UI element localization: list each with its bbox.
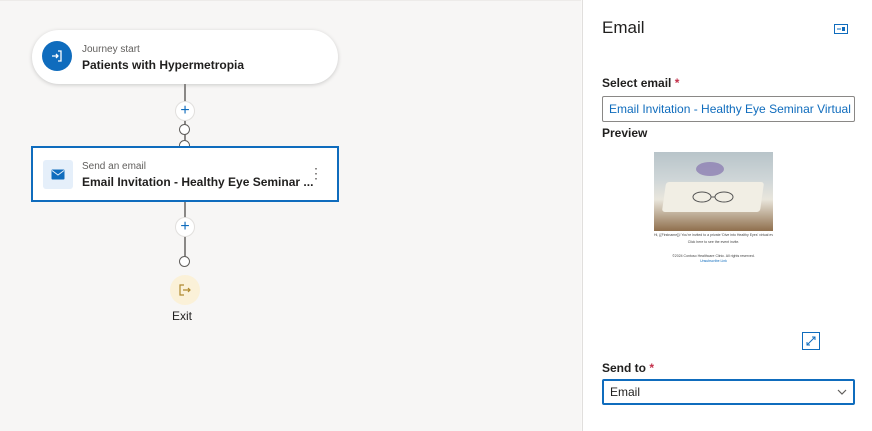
send-to-dropdown[interactable]: Email xyxy=(602,379,855,405)
chevron-down-icon xyxy=(837,389,847,395)
select-email-label-text: Select email xyxy=(602,76,672,90)
send-email-node[interactable]: Send an email Email Invitation - Healthy… xyxy=(31,146,339,202)
mail-icon xyxy=(43,160,73,189)
preview-label: Preview xyxy=(602,126,648,140)
email-node-title: Email Invitation - Healthy Eye Seminar .… xyxy=(82,175,314,189)
send-to-label-text: Send to xyxy=(602,361,646,375)
properties-panel: Email Select email * Email Invitation - … xyxy=(582,0,872,431)
start-node-title: Patients with Hypermetropia xyxy=(82,58,245,72)
connector-dot xyxy=(179,124,190,135)
preview-text-line1: Hi, {{Firstname}}! You’re invited to a p… xyxy=(654,233,773,237)
add-step-button[interactable]: + xyxy=(176,218,194,236)
start-node-subtitle: Journey start xyxy=(82,44,140,55)
journey-start-node[interactable]: Journey start Patients with Hypermetropi… xyxy=(32,30,338,84)
select-email-label: Select email * xyxy=(602,76,679,90)
journey-canvas: Journey start Patients with Hypermetropi… xyxy=(0,0,581,431)
email-node-subtitle: Send an email xyxy=(82,161,146,172)
connector-dot xyxy=(179,256,190,267)
expand-preview-button[interactable] xyxy=(802,332,820,350)
preview-footer: ©2024 Contoso Healthcare Clinic. All rig… xyxy=(672,254,755,258)
send-to-value: Email xyxy=(610,385,641,399)
preview-image-flowers xyxy=(696,162,724,176)
required-marker: * xyxy=(649,361,655,375)
send-to-label: Send to * xyxy=(602,361,654,375)
panel-title: Email xyxy=(602,18,645,37)
add-step-button[interactable]: + xyxy=(176,102,194,120)
expand-diagonal-icon xyxy=(806,336,816,346)
preview-image xyxy=(654,152,773,231)
more-options-icon[interactable]: ⋮ xyxy=(309,165,323,182)
expand-panel-icon[interactable] xyxy=(834,21,848,39)
preview-unsubscribe-link: Unsubscribe Link xyxy=(700,259,727,263)
exit-icon xyxy=(170,275,200,305)
select-email-field[interactable]: Email Invitation - Healthy Eye Seminar V… xyxy=(602,96,855,122)
exit-label: Exit xyxy=(172,309,193,323)
sign-in-icon xyxy=(42,41,72,71)
preview-text-line2: Click here to see the event invite. xyxy=(687,240,740,244)
required-marker: * xyxy=(674,76,680,90)
glasses-icon xyxy=(692,191,734,203)
email-preview: Hi, {{Firstname}}! You’re invited to a p… xyxy=(654,152,773,267)
